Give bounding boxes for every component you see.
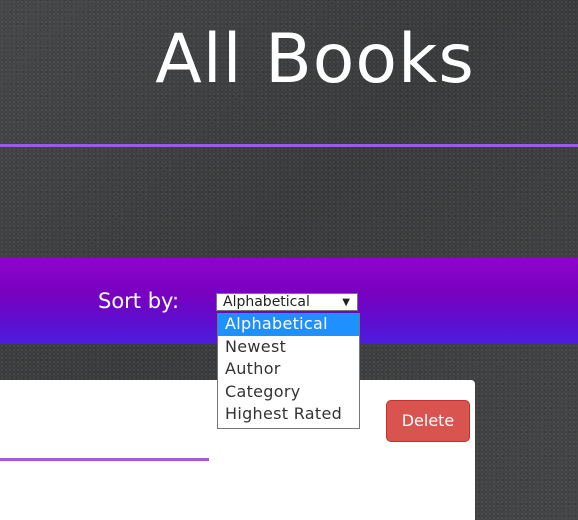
sort-label: Sort by:	[98, 289, 180, 313]
sort-option-alphabetical[interactable]: Alphabetical	[218, 313, 359, 336]
sort-dropdown-list: Alphabetical Newest Author Category High…	[217, 313, 360, 429]
sort-select[interactable]: Alphabetical ▼	[216, 293, 358, 311]
card-divider	[0, 458, 209, 461]
sort-select-value: Alphabetical	[223, 294, 310, 310]
sort-option-highest-rated[interactable]: Highest Rated	[218, 403, 359, 426]
sort-option-newest[interactable]: Newest	[218, 336, 359, 359]
chevron-down-icon: ▼	[342, 297, 350, 308]
delete-button[interactable]: Delete	[386, 400, 470, 442]
sort-option-category[interactable]: Category	[218, 381, 359, 404]
sort-option-author[interactable]: Author	[218, 358, 359, 381]
page-title: All Books	[155, 20, 475, 99]
title-divider	[0, 144, 578, 147]
